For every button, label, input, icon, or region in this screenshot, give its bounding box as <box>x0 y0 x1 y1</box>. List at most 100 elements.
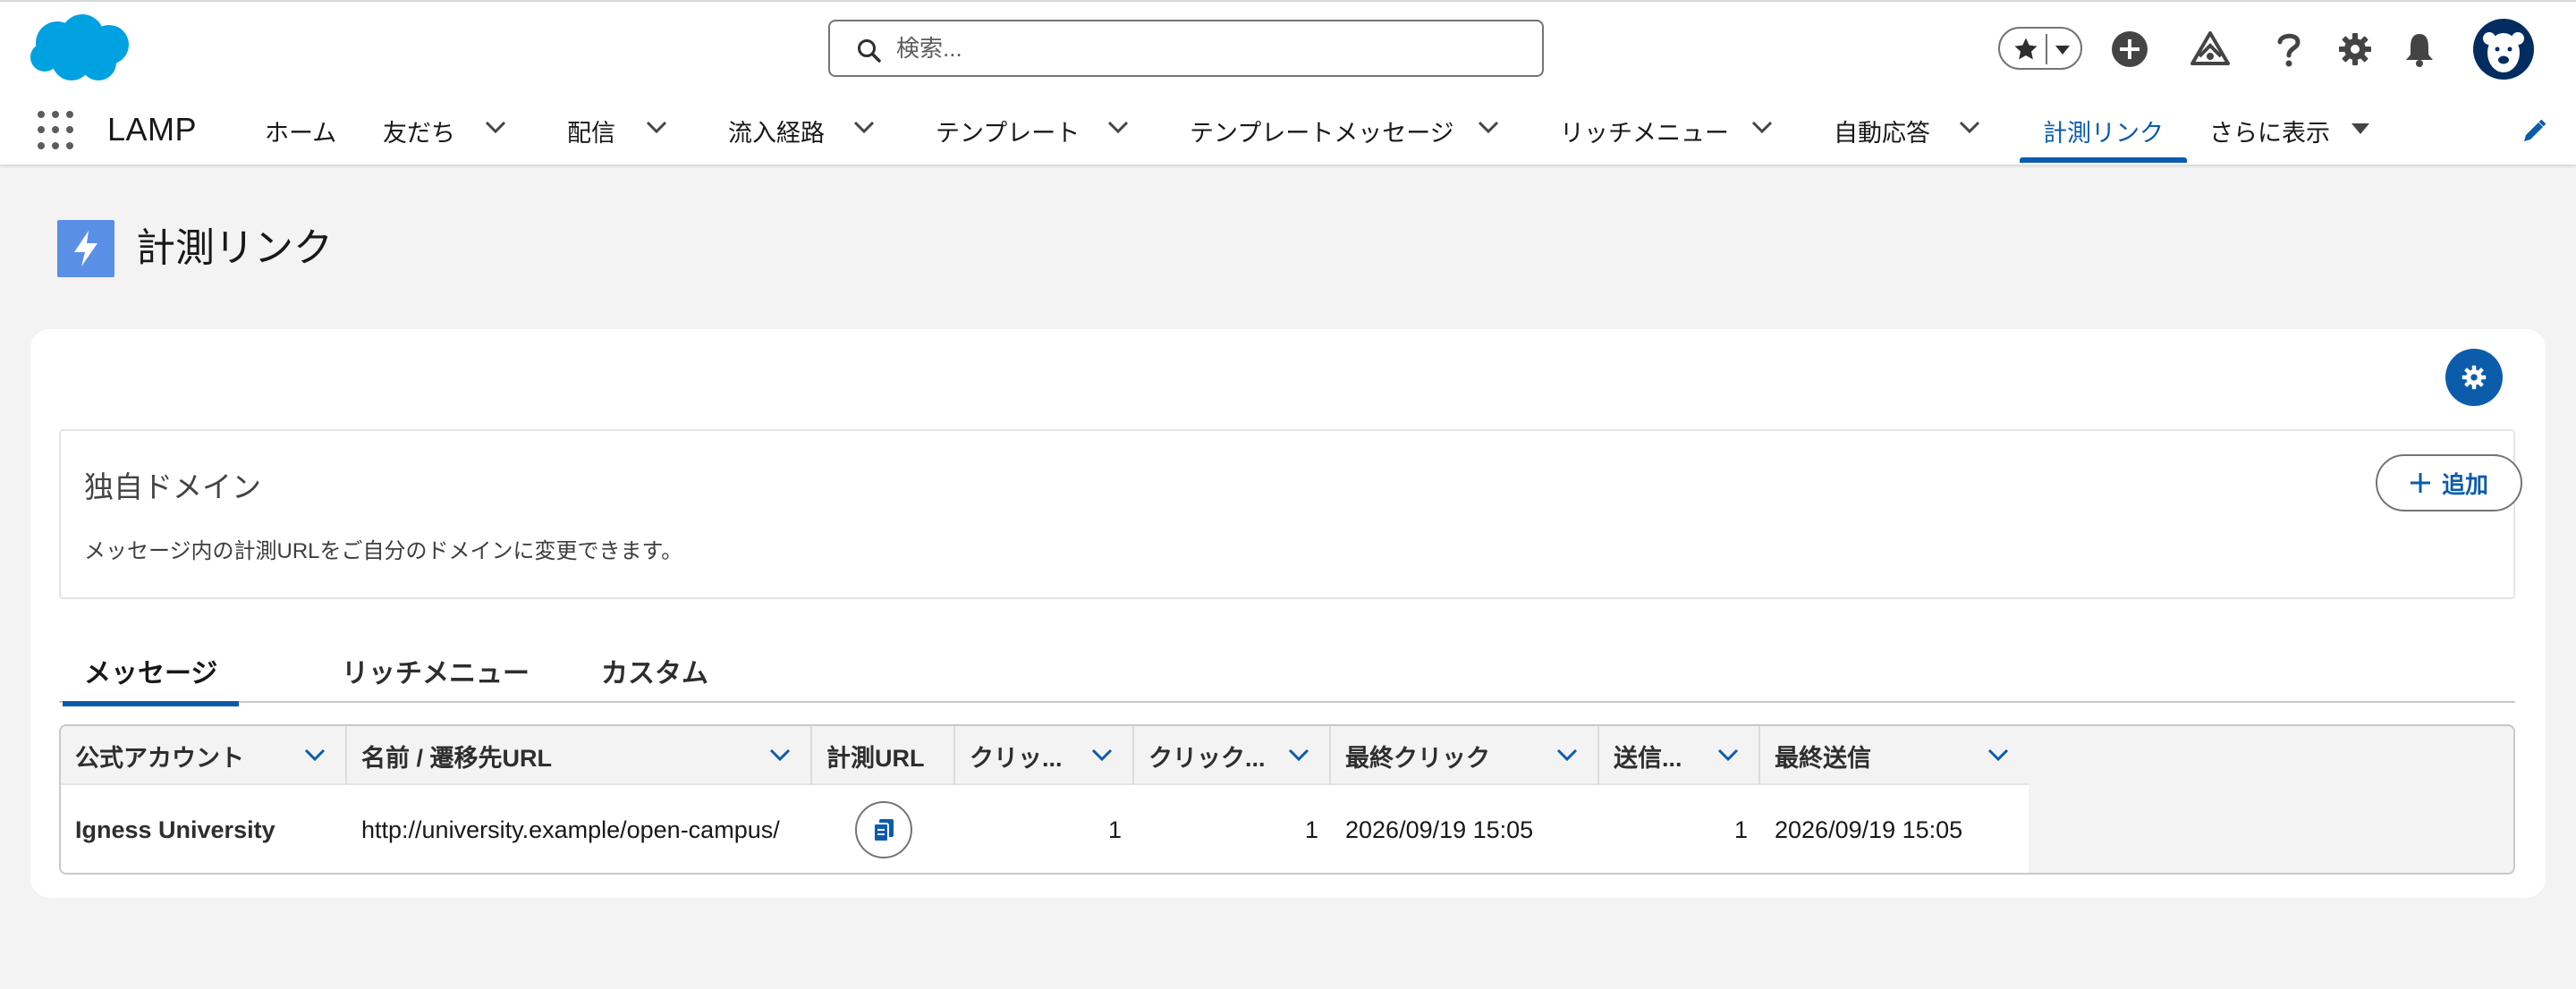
chevron-down-icon[interactable] <box>1107 120 1129 134</box>
chevron-down-icon[interactable] <box>853 120 875 134</box>
custom-domain-description: メッセージ内の計測URLをご自分のドメインに変更できます。 <box>84 539 683 563</box>
add-button-label: 追加 <box>2441 470 2488 498</box>
trailhead-icon <box>2190 31 2230 65</box>
column-header-clicks[interactable]: クリッ... <box>955 726 1134 785</box>
nav-item-label: 自動応答 <box>1834 119 1930 147</box>
cell-click-users: 1 <box>1304 816 1318 843</box>
nav-item-label: リッチメニュー <box>1560 119 1729 147</box>
star-icon <box>2014 38 2038 60</box>
main-card: 独自ドメイン メッセージ内の計測URLをご自分のドメインに変更できます。 追加 … <box>30 329 2546 898</box>
chevron-down-icon[interactable] <box>769 748 791 762</box>
column-header-click-users[interactable]: クリック... <box>1134 726 1331 785</box>
column-header-label: クリック... <box>1148 744 1266 772</box>
app-launcher-icon[interactable] <box>38 111 77 150</box>
help-icon <box>2277 33 2301 67</box>
chevron-down-icon[interactable] <box>485 120 506 134</box>
nav-item-label: ホーム <box>265 119 337 147</box>
column-header-label: 計測URL <box>826 744 925 772</box>
chevron-down-icon[interactable] <box>1717 748 1739 762</box>
nav-item-label: テンプレートメッセージ <box>1190 119 1454 147</box>
nav-item-inflow-route[interactable]: 流入経路 <box>728 98 875 163</box>
column-header-label: 公式アカウント <box>75 744 244 772</box>
cell-account: Igness University <box>75 816 275 843</box>
notifications-button[interactable] <box>2397 18 2442 80</box>
chevron-down-icon[interactable] <box>1091 748 1113 762</box>
chevron-down-icon[interactable] <box>1987 748 2009 762</box>
cell-url[interactable]: http://university.example/open-campus/ <box>361 785 812 873</box>
tab-custom[interactable]: カスタム <box>601 651 708 690</box>
column-header-last-click[interactable]: 最終クリック <box>1331 726 1599 785</box>
column-header-last-sent[interactable]: 最終送信 <box>1760 726 2029 785</box>
plus-icon <box>2410 473 2430 493</box>
tab-message[interactable]: メッセージ <box>62 651 240 706</box>
column-header-label: 名前 / 遷移先URL <box>361 744 552 772</box>
column-header-name-url[interactable]: 名前 / 遷移先URL <box>347 726 812 785</box>
global-search[interactable] <box>828 20 1544 77</box>
nav-item-label: 友だち <box>383 119 455 147</box>
gear-icon <box>2339 33 2371 65</box>
column-header-sent[interactable]: 送信... <box>1599 726 1760 785</box>
global-actions-button[interactable] <box>2107 18 2152 80</box>
column-header-tracking-url[interactable]: 計測URL <box>812 726 955 785</box>
tab-rich-menu[interactable]: リッチメニュー <box>342 651 530 690</box>
add-circle-icon <box>2112 31 2148 67</box>
nav-item-home[interactable]: ホーム <box>265 98 336 163</box>
nav-item-label: 配信 <box>567 119 615 147</box>
app-navigation: LAMP ホーム 友だち 配信 流入経路 テンプレート テンプレートメッセージ … <box>0 98 2576 166</box>
user-avatar[interactable] <box>2472 18 2535 80</box>
caret-down-icon[interactable] <box>2054 44 2072 56</box>
column-header-label: 最終送信 <box>1775 744 1871 772</box>
bell-icon <box>2406 34 2433 67</box>
trailhead-button[interactable] <box>2188 18 2233 80</box>
chevron-down-icon[interactable] <box>646 120 667 134</box>
column-header-label: 送信... <box>1614 744 1682 772</box>
nav-item-more[interactable]: さらに表示 <box>2209 98 2369 163</box>
nav-item-label: 流入経路 <box>728 119 825 147</box>
nav-item-delivery[interactable]: 配信 <box>567 98 667 163</box>
column-header-account[interactable]: 公式アカウント <box>61 726 347 785</box>
edit-nav-pencil-icon[interactable] <box>2521 118 2547 145</box>
nav-item-friends[interactable]: 友だち <box>383 98 506 163</box>
nav-item-label: テンプレート <box>936 119 1080 147</box>
cell-last-click: 2026/09/19 15:05 <box>1345 816 1534 843</box>
search-icon <box>858 39 881 63</box>
search-input[interactable] <box>896 30 1522 66</box>
chevron-down-icon[interactable] <box>1556 748 1578 762</box>
avatar-icon <box>2473 19 2534 80</box>
lightning-icon <box>74 231 97 266</box>
global-header: LAMP ホーム 友だち 配信 流入経路 テンプレート テンプレートメッセージ … <box>0 0 2576 165</box>
nav-item-rich-menu[interactable]: リッチメニュー <box>1560 98 1773 163</box>
favorites-button[interactable] <box>1998 27 2082 70</box>
copy-tracking-url-button[interactable] <box>855 801 912 858</box>
chevron-down-icon[interactable] <box>304 748 326 762</box>
custom-domain-section: 独自ドメイン メッセージ内の計測URLをご自分のドメインに変更できます。 追加 <box>59 429 2522 599</box>
tracking-link-table: 公式アカウント 名前 / 遷移先URL 計測URL クリッ... クリック...… <box>59 724 2515 875</box>
chevron-down-icon[interactable] <box>1751 120 1773 134</box>
nav-item-tracking-link[interactable]: 計測リンク <box>2020 98 2187 163</box>
table-row[interactable]: Igness University http://university.exam… <box>61 785 2029 873</box>
table-header: 公式アカウント 名前 / 遷移先URL 計測URL クリッ... クリック...… <box>61 726 2029 785</box>
nav-item-template[interactable]: テンプレート <box>936 98 1129 163</box>
page-icon <box>57 220 114 277</box>
page-title: 計測リンク <box>136 226 333 270</box>
column-header-label: クリッ... <box>970 744 1063 772</box>
settings-button[interactable] <box>2445 349 2503 406</box>
copy-icon <box>873 819 894 842</box>
salesforce-logo[interactable] <box>27 11 134 86</box>
nav-item-auto-reply[interactable]: 自動応答 <box>1834 98 1980 163</box>
nav-item-label: 計測リンク <box>2043 119 2164 147</box>
chevron-down-icon[interactable] <box>1288 748 1309 762</box>
gear-icon <box>2462 365 2487 390</box>
add-button[interactable]: 追加 <box>2376 454 2522 511</box>
caret-down-icon[interactable] <box>2351 122 2370 136</box>
cell-clicks: 1 <box>1107 816 1122 843</box>
cell-tracking-url <box>812 785 955 873</box>
setup-button[interactable] <box>2333 18 2377 80</box>
cell-sent: 1 <box>1733 816 1748 843</box>
chevron-down-icon[interactable] <box>1959 120 1980 134</box>
help-button[interactable] <box>2267 18 2311 80</box>
custom-domain-title: 独自ドメイン <box>84 470 261 503</box>
chevron-down-icon[interactable] <box>1478 120 1499 134</box>
nav-item-template-message[interactable]: テンプレートメッセージ <box>1190 98 1499 163</box>
tab-bar: メッセージ リッチメニュー カスタム <box>59 631 2515 706</box>
